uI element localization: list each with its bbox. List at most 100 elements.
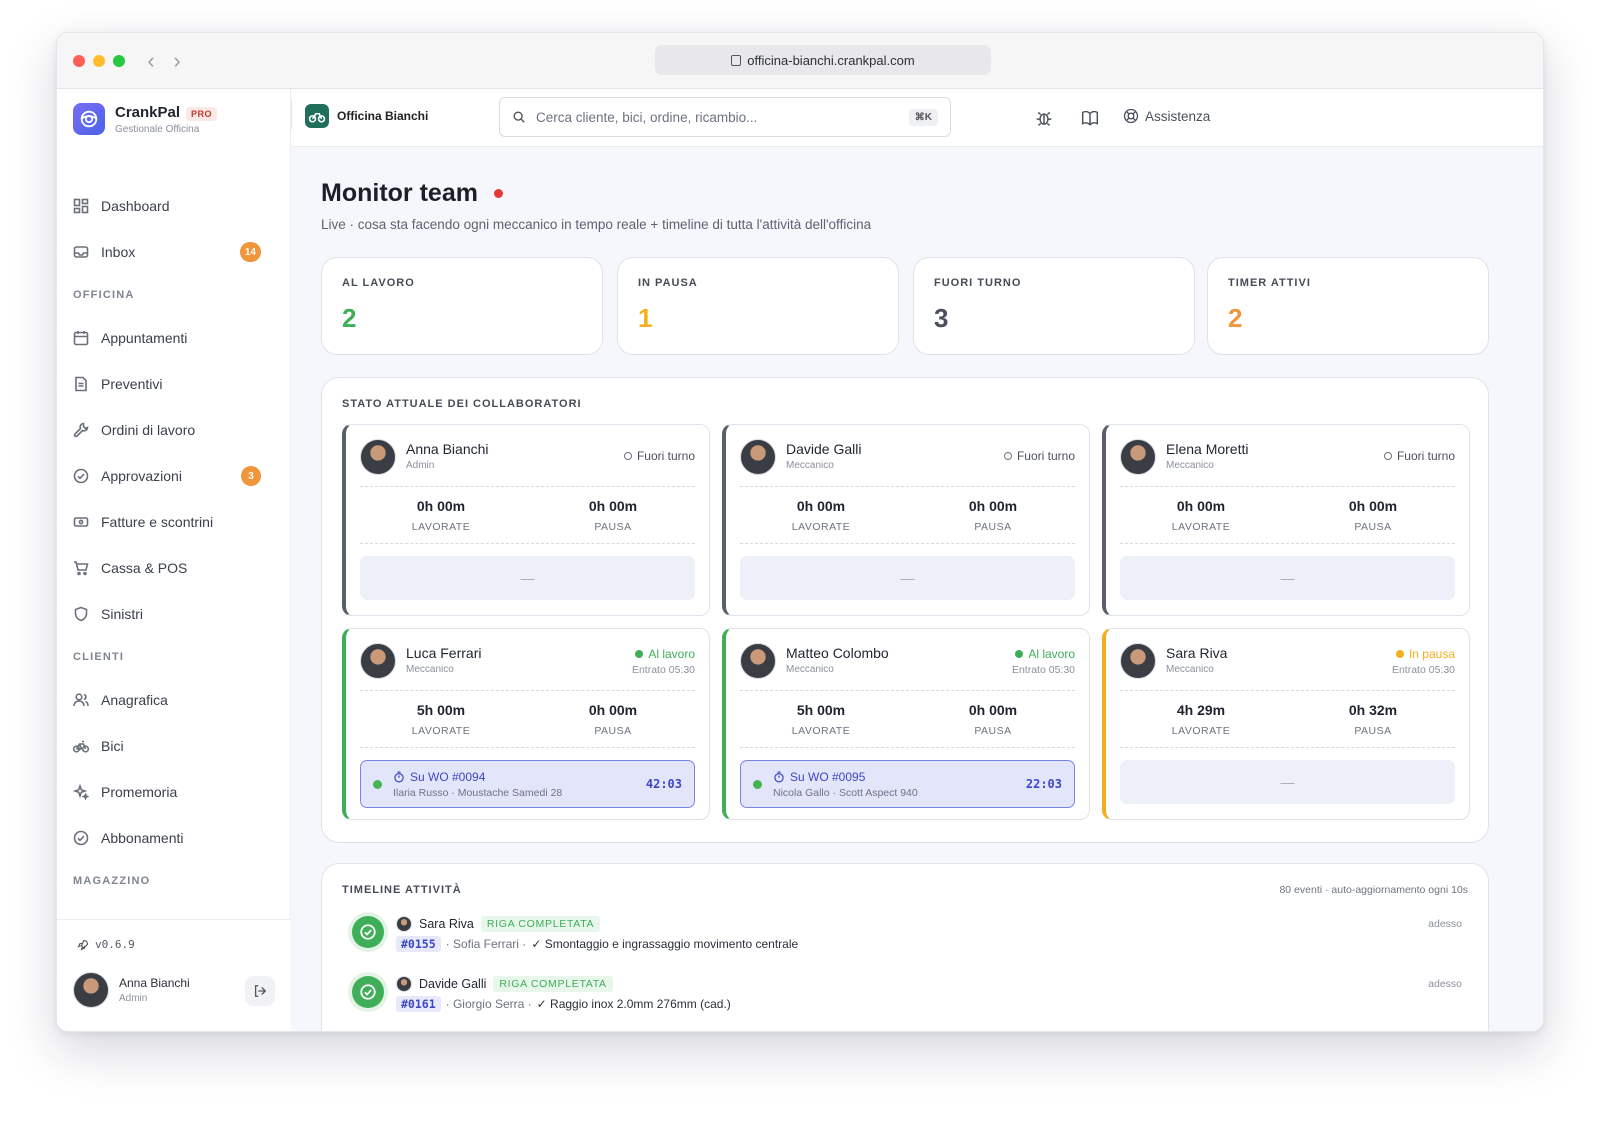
sidebar-item-promemoria[interactable]: Promemoria (57, 769, 291, 815)
event-tag: RIGA COMPLETATA (480, 916, 601, 932)
sidebar-item-inbox[interactable]: Inbox 14 (57, 229, 291, 275)
divider (360, 543, 695, 544)
avatar (360, 439, 396, 475)
check-circle-icon (352, 916, 384, 948)
status-badge: Fuori turno (1383, 449, 1455, 463)
divider (1120, 543, 1455, 544)
active-work-order[interactable]: Su WO #0094 Ilaria Russo · Moustache Sam… (360, 760, 695, 808)
user-role: Admin (119, 993, 148, 1004)
current-user[interactable]: Anna Bianchi Admin (73, 972, 190, 1008)
sidebar-item-approvazioni[interactable]: Approvazioni 3 (57, 453, 291, 499)
work-order-timer: 22:03 (1025, 777, 1062, 791)
stat-value: 3 (934, 303, 949, 333)
sidebar-item-anagrafica[interactable]: Anagrafica (57, 677, 291, 723)
status-dot-icon (635, 650, 644, 658)
collaborator-role: Meccanico (786, 664, 834, 675)
divider (1120, 690, 1455, 691)
work-order-timer: 42:03 (645, 777, 682, 791)
timeline-event[interactable]: Davide Galli RIGA COMPLETATA #0161 · Gio… (352, 976, 1462, 1026)
collaborator-name: Luca Ferrari (406, 645, 482, 661)
stat-label: IN PAUSA (638, 277, 698, 289)
sidebar-item-fatture[interactable]: Fatture e scontrini (57, 499, 291, 545)
stat-card-in-pausa: IN PAUSA 1 (617, 257, 899, 355)
logout-button[interactable] (245, 976, 275, 1006)
sidebar-item-cassa-pos[interactable]: Cassa & POS (57, 545, 291, 591)
collaborator-card[interactable]: Anna Bianchi Admin Fuori turno 0h 00m LA… (342, 424, 710, 616)
status-badge: Fuori turno (1003, 449, 1075, 463)
sidebar-item-abbonamenti[interactable]: Abbonamenti (57, 815, 291, 861)
collaborator-card[interactable]: Sara Riva Meccanico In pausa Entrato 05:… (1102, 628, 1470, 820)
app-name: CrankPal (115, 103, 181, 121)
stat-card-al-lavoro: AL LAVORO 2 (321, 257, 603, 355)
stat-card-timer-attivi: TIMER ATTIVI 2 (1207, 257, 1489, 355)
worked-label: LAVORATE (1171, 521, 1231, 533)
browser-window: ‹ › officina-bianchi.crankpal.com CrankP… (56, 32, 1544, 1032)
sidebar-footer: v0.6.9 Anna Bianchi Admin (57, 919, 291, 1031)
entry-time: Entrato 05:30 (631, 664, 695, 676)
active-work-order[interactable]: Su WO #0095 Nicola Gallo · Scott Aspect … (740, 760, 1075, 808)
timeline-event[interactable]: Sara Riva RIGA COMPLETATA #0155 · Sofia … (352, 916, 1462, 966)
collaborator-card[interactable]: Elena Moretti Meccanico Fuori turno 0h 0… (1102, 424, 1470, 616)
minimize-window-button[interactable] (93, 55, 105, 67)
stat-label: AL LAVORO (342, 277, 415, 289)
sidebar-item-label: Sinistri (101, 606, 144, 622)
worked-value: 0h 00m (796, 498, 846, 514)
assistenza-button[interactable]: Assistenza (1123, 108, 1210, 124)
collaborator-card[interactable]: Matteo Colombo Meccanico Al lavoro Entra… (722, 628, 1090, 820)
workshop-selector[interactable]: Officina Bianchi (305, 104, 428, 128)
sidebar-menu: Dashboard Inbox 14 OFFICINA Appuntamenti… (57, 183, 291, 901)
address-bar[interactable]: officina-bianchi.crankpal.com (655, 45, 991, 75)
maximize-window-button[interactable] (113, 55, 125, 67)
collaborator-card[interactable]: Davide Galli Meccanico Fuori turno 0h 00… (722, 424, 1090, 616)
sidebar-item-bici[interactable]: Bici (57, 723, 291, 769)
check-circle-icon (352, 976, 384, 1008)
divider (1120, 747, 1455, 748)
sidebar-item-appuntamenti[interactable]: Appuntamenti (57, 315, 291, 361)
no-active-work-placeholder: — (1120, 556, 1455, 600)
sidebar-item-sinistri[interactable]: Sinistri (57, 591, 291, 637)
event-description: ✓ Smontaggio e ingrassaggio movimento ce… (531, 937, 799, 951)
back-arrow-icon[interactable]: ‹ (139, 47, 163, 75)
event-user: Sara Riva (419, 917, 474, 931)
close-window-button[interactable] (73, 55, 85, 67)
collaborator-card[interactable]: Luca Ferrari Meccanico Al lavoro Entrato… (342, 628, 710, 820)
grid-icon (73, 198, 89, 214)
status-text: Al lavoro (1028, 647, 1075, 661)
stat-value: 1 (638, 303, 653, 333)
bike-icon (73, 740, 89, 753)
book-icon[interactable] (1081, 109, 1099, 127)
running-dot-icon (373, 780, 382, 789)
user-name: Anna Bianchi (119, 976, 190, 990)
status-ring-icon (1003, 452, 1012, 460)
global-search[interactable]: Cerca cliente, bici, ordine, ricambio...… (499, 97, 951, 137)
crankpal-logo-icon (73, 103, 105, 135)
pause-label: PAUSA (1354, 521, 1392, 533)
divider (740, 747, 1075, 748)
sidebar-item-preventivi[interactable]: Preventivi (57, 361, 291, 407)
shortcut-hint: ⌘K (908, 108, 938, 126)
brand[interactable]: CrankPal PRO Gestionale Officina (73, 103, 218, 135)
approvazioni-count-badge: 3 (241, 466, 261, 486)
sidebar-item-dashboard[interactable]: Dashboard (57, 183, 291, 229)
collaborator-role: Meccanico (1166, 460, 1214, 471)
sidebar-item-label: Approvazioni (101, 468, 182, 484)
stat-label: FUORI TURNO (934, 277, 1022, 289)
avatar (396, 916, 412, 932)
url-text: officina-bianchi.crankpal.com (747, 52, 915, 68)
logout-icon (254, 985, 267, 997)
work-order-link[interactable]: #0155 (396, 936, 441, 952)
forward-arrow-icon[interactable]: › (165, 47, 189, 75)
timeline-title: TIMELINE ATTIVITÀ (342, 884, 462, 896)
worked-value: 5h 00m (796, 702, 846, 718)
browser-titlebar: ‹ › officina-bianchi.crankpal.com (57, 33, 1543, 89)
work-order-link[interactable]: #0161 (396, 996, 441, 1012)
pro-badge: PRO (186, 106, 218, 121)
sidebar-item-ordini-di-lavoro[interactable]: Ordini di lavoro (57, 407, 291, 453)
no-active-work-placeholder: — (740, 556, 1075, 600)
search-input[interactable]: Cerca cliente, bici, ordine, ricambio... (536, 110, 757, 125)
page-subtitle: Live · cosa sta facendo ogni meccanico i… (321, 217, 872, 232)
bug-icon[interactable] (1035, 109, 1053, 127)
panel-title: STATO ATTUALE DEI COLLABORATORI (342, 398, 582, 410)
avatar (1120, 643, 1156, 679)
wrench-icon (73, 422, 89, 438)
